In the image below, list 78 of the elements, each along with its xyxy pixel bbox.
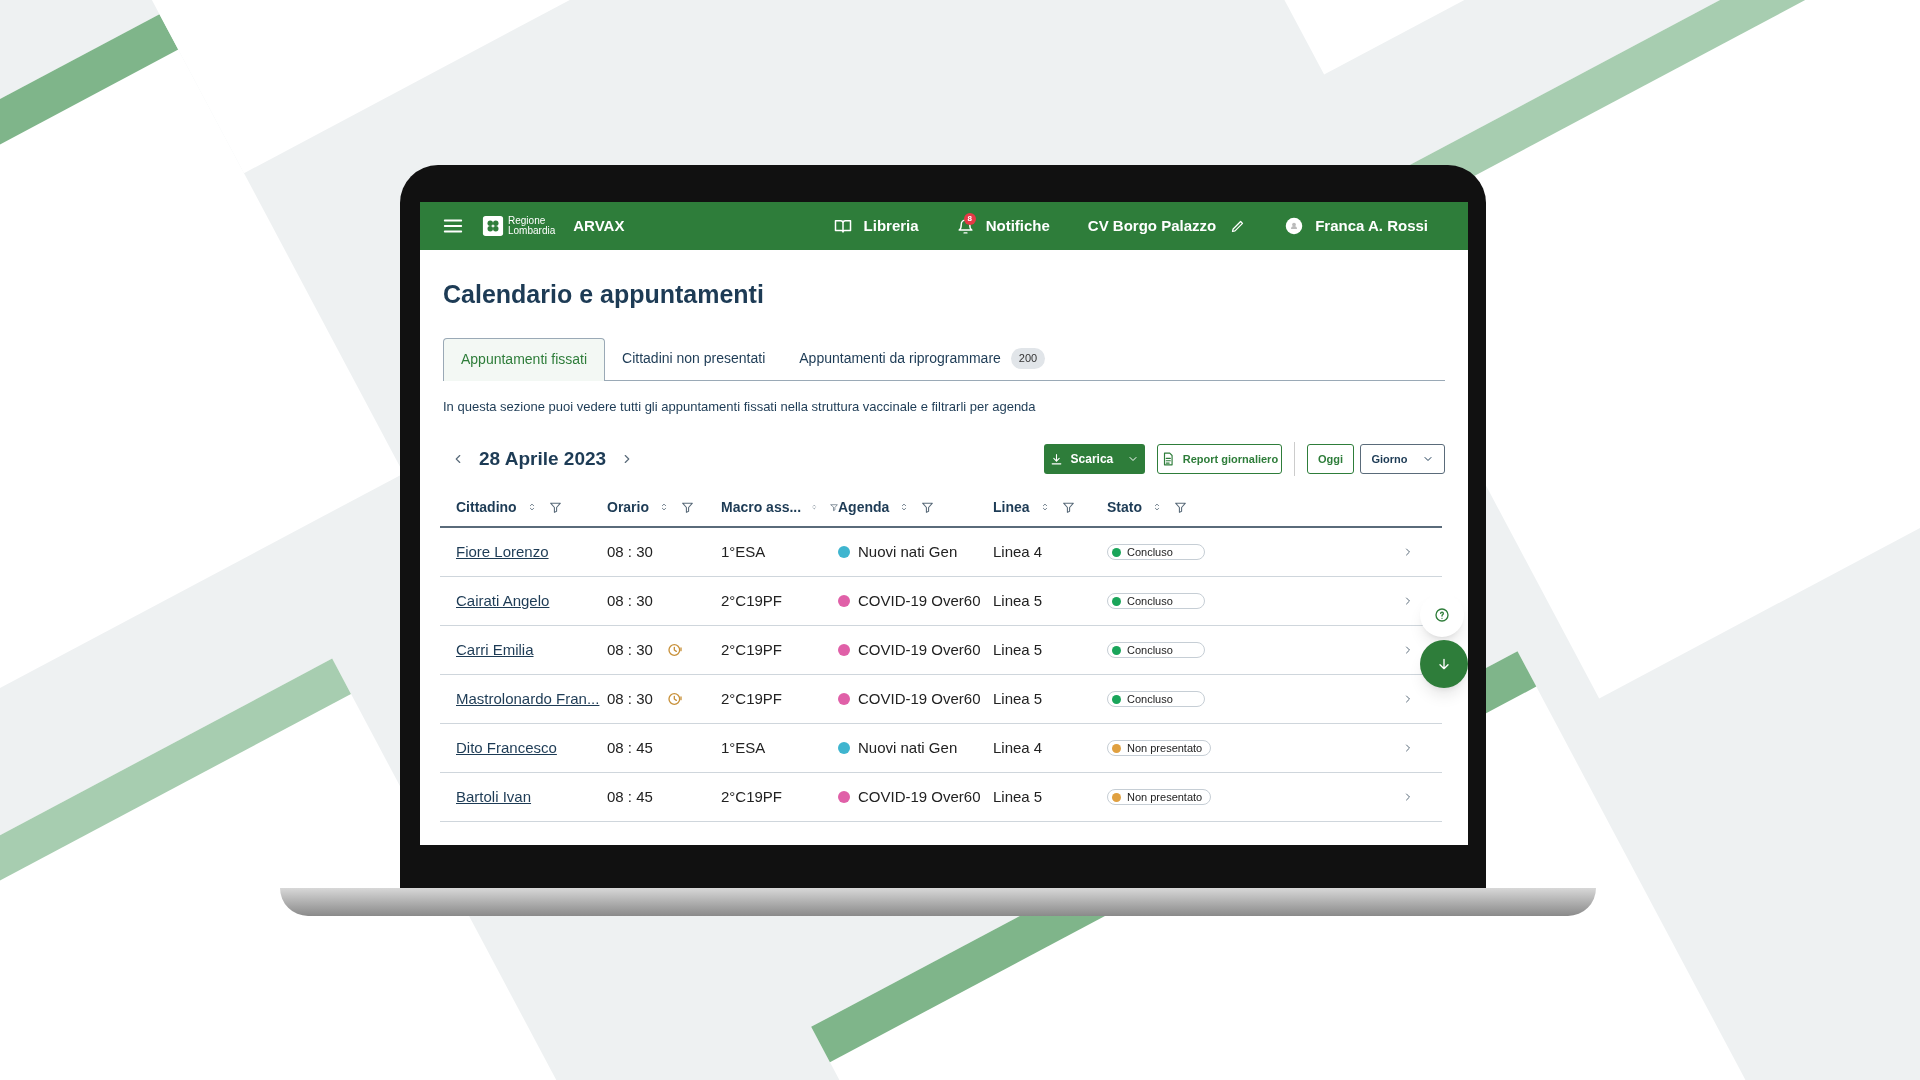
macro-text: 2°C19PF bbox=[721, 640, 783, 658]
line-text: Linea 4 bbox=[993, 738, 1043, 756]
status-text: Concluso bbox=[1127, 643, 1173, 658]
agenda-text: Nuovi nati Gen bbox=[858, 737, 958, 758]
line-text: Linea 5 bbox=[993, 591, 1043, 609]
status-text: Non presentato bbox=[1127, 790, 1203, 805]
today-button[interactable]: Oggi bbox=[1306, 444, 1354, 474]
status-text: Concluso bbox=[1127, 594, 1173, 609]
citizen-link[interactable]: Cairati Angelo bbox=[456, 591, 550, 609]
brand-text: Regione bbox=[508, 216, 546, 226]
date-label: 28 Aprile 2023 bbox=[479, 446, 607, 471]
time-text: 08 : 30 bbox=[607, 688, 653, 709]
edit-icon[interactable] bbox=[1230, 218, 1246, 234]
view-dropdown[interactable]: Giorno bbox=[1360, 444, 1445, 474]
sort-icon[interactable] bbox=[1152, 502, 1162, 512]
tab[interactable]: Appuntamenti fissati bbox=[443, 337, 606, 381]
agenda-text: COVID-19 Over60 bbox=[858, 688, 981, 709]
status-text: Non presentato bbox=[1127, 741, 1203, 756]
tab[interactable]: Appuntamenti da riprogrammare 200 bbox=[782, 337, 1063, 380]
line-text: Linea 5 bbox=[993, 689, 1043, 707]
column-header[interactable]: Macro ass... bbox=[721, 496, 802, 518]
agenda-text: COVID-19 Over60 bbox=[858, 639, 981, 660]
line-text: Linea 4 bbox=[993, 542, 1043, 560]
nav-link[interactable]: 8 Notifiche bbox=[956, 214, 1050, 238]
description-text: In questa sezione puoi vedere tutti gli appuntamenti fissati nella struttura vaccinale e filtrarli per agenda bbox=[443, 397, 1037, 416]
avatar-icon bbox=[1285, 217, 1304, 235]
agenda-text: COVID-19 Over60 bbox=[858, 590, 981, 611]
line-text: Linea 5 bbox=[993, 640, 1043, 658]
scroll-down-button[interactable] bbox=[1420, 640, 1468, 688]
time-text: 08 : 30 bbox=[607, 541, 653, 562]
tab[interactable]: Cittadini non presentati bbox=[605, 337, 783, 380]
filter-icon[interactable] bbox=[681, 500, 694, 514]
time-text: 08 : 45 bbox=[607, 737, 653, 758]
sort-icon[interactable] bbox=[659, 502, 669, 512]
column-header[interactable]: Stato bbox=[1107, 496, 1142, 518]
report-button[interactable]: Report giornaliero bbox=[1156, 444, 1282, 474]
column-header[interactable]: Linea bbox=[993, 496, 1030, 518]
column-header[interactable]: Orario bbox=[607, 496, 649, 518]
page-title: Calendario e appuntamenti bbox=[443, 279, 765, 310]
brand-text: Lombardia bbox=[508, 226, 556, 236]
line-text: Linea 5 bbox=[993, 787, 1043, 805]
time-text: 08 : 45 bbox=[607, 786, 653, 807]
filter-icon[interactable] bbox=[1061, 500, 1075, 514]
agenda-text: COVID-19 Over60 bbox=[858, 786, 981, 807]
citizen-link[interactable]: Fiore Lorenzo bbox=[456, 542, 549, 560]
count-badge: 200 bbox=[1010, 348, 1046, 369]
download-button[interactable]: Scarica bbox=[1043, 444, 1145, 474]
status-text: Concluso bbox=[1127, 545, 1173, 560]
macro-text: 2°C19PF bbox=[721, 787, 783, 805]
download-icon bbox=[1049, 452, 1063, 466]
filter-icon[interactable] bbox=[921, 500, 935, 514]
app-name: ARVAX bbox=[573, 215, 625, 236]
notification-badge: 8 bbox=[963, 212, 976, 225]
time-text: 08 : 30 bbox=[607, 590, 653, 611]
arrow-down-icon bbox=[1436, 656, 1452, 672]
citizen-link[interactable]: Carri Emilia bbox=[456, 640, 534, 658]
user-menu[interactable]: Franca A. Rossi bbox=[1285, 214, 1428, 238]
column-header[interactable]: Agenda bbox=[838, 496, 890, 518]
status-text: Concluso bbox=[1127, 692, 1173, 707]
macro-text: 2°C19PF bbox=[721, 689, 783, 707]
nav-link[interactable]: Libreria bbox=[833, 214, 919, 238]
sort-icon[interactable] bbox=[811, 502, 818, 512]
citizen-link[interactable]: Dito Francesco bbox=[456, 738, 557, 756]
help-icon bbox=[1434, 607, 1450, 623]
macro-text: 1°ESA bbox=[721, 542, 766, 560]
citizen-link[interactable]: Bartoli Ivan bbox=[456, 787, 532, 805]
bell-icon bbox=[956, 217, 974, 235]
column-header[interactable]: Cittadino bbox=[456, 496, 517, 518]
macro-text: 2°C19PF bbox=[721, 591, 783, 609]
citizen-link[interactable]: Mastrolonardo Fran... bbox=[456, 689, 600, 707]
flower-icon bbox=[482, 215, 504, 237]
location-name: CV Borgo Palazzo bbox=[1087, 215, 1217, 236]
book-icon bbox=[833, 217, 852, 235]
filter-icon[interactable] bbox=[548, 500, 562, 514]
macro-text: 1°ESA bbox=[721, 738, 766, 756]
filter-icon[interactable] bbox=[1174, 500, 1187, 514]
agenda-text: Nuovi nati Gen bbox=[858, 541, 958, 562]
time-text: 08 : 30 bbox=[607, 639, 653, 660]
